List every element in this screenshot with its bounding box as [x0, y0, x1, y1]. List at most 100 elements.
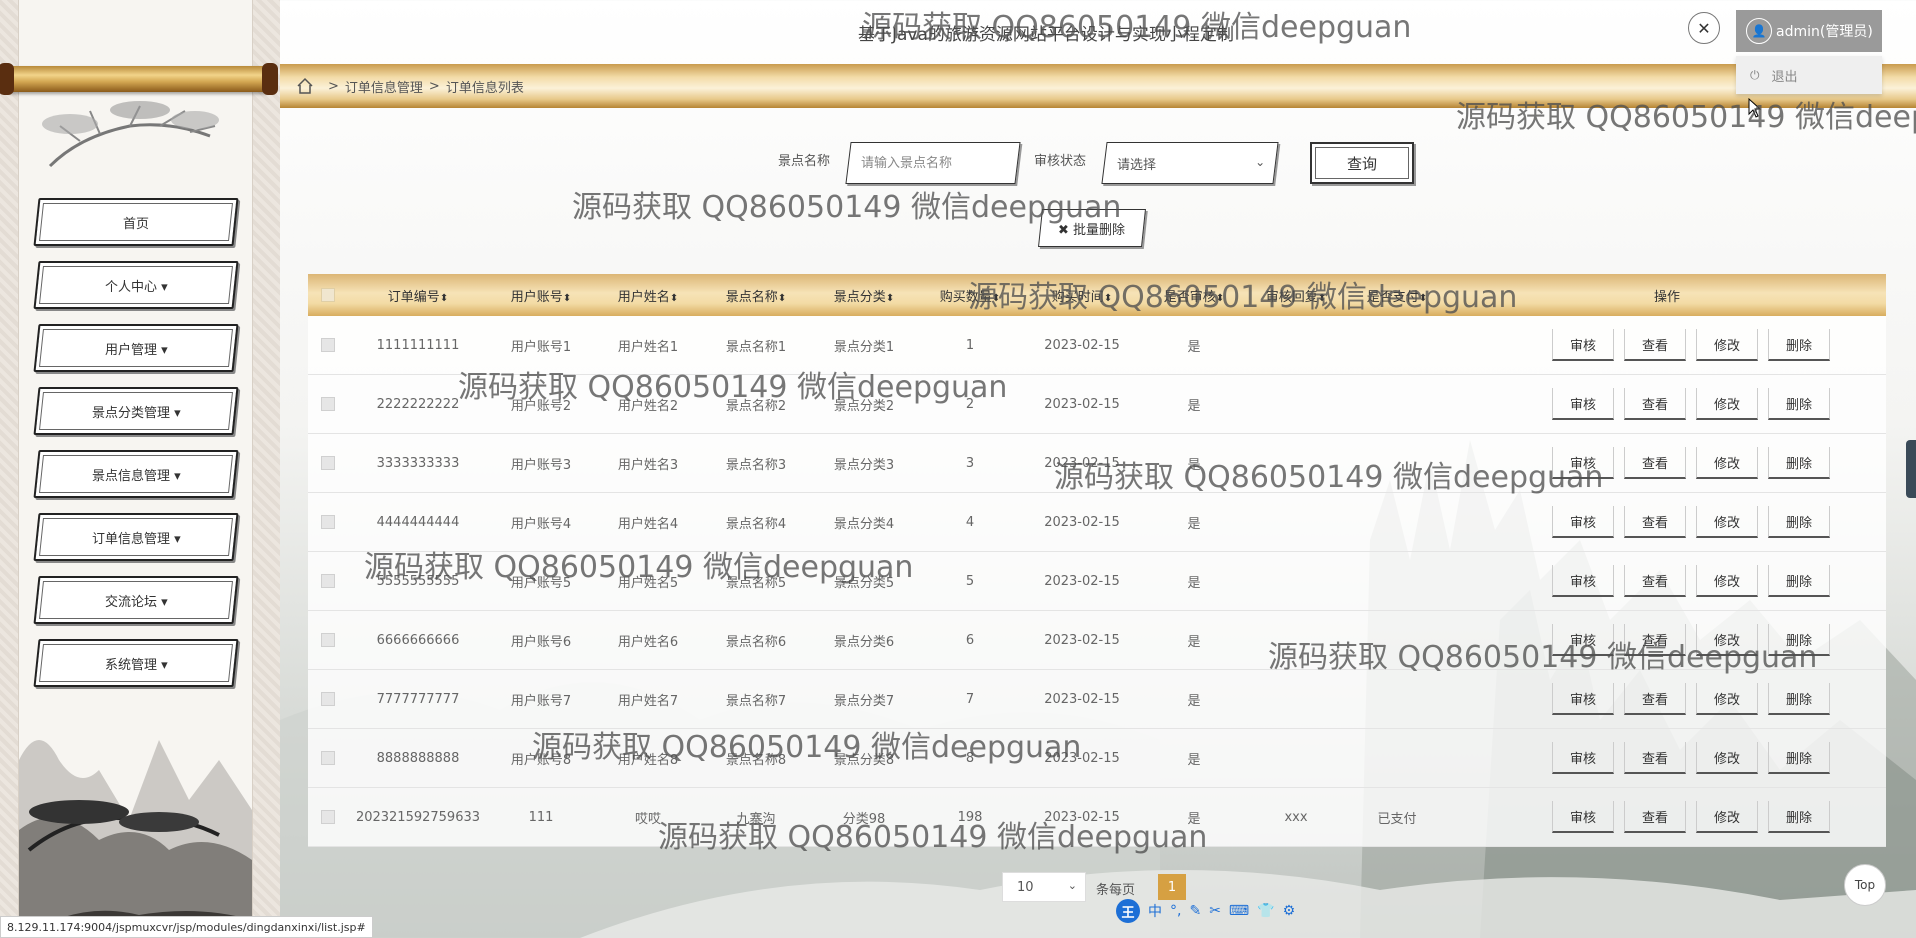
- header-review-reply[interactable]: 审核回复⬍: [1246, 286, 1346, 305]
- home-icon[interactable]: [296, 77, 314, 95]
- cell-attraction-name: 景点名称1: [725, 339, 787, 355]
- header-attraction-category[interactable]: 景点分类⬍: [810, 286, 918, 305]
- edit-button[interactable]: 修改: [1696, 506, 1758, 538]
- view-button[interactable]: 查看: [1624, 447, 1686, 479]
- ime-punctuation-icon[interactable]: °,: [1170, 903, 1181, 919]
- sort-icon: ⬍: [669, 292, 679, 304]
- user-menu[interactable]: 👤 admin(管理员): [1736, 10, 1882, 52]
- logout-button[interactable]: ⏻ 退出: [1736, 56, 1882, 94]
- edit-button[interactable]: 修改: [1696, 565, 1758, 597]
- table-row: 5555555555 用户账号5 用户姓名5 景点名称5 景点分类5 5 2023-02-1…: [308, 552, 1886, 611]
- view-button[interactable]: 查看: [1624, 565, 1686, 597]
- delete-button[interactable]: 删除: [1768, 683, 1830, 715]
- select-all-checkbox[interactable]: [308, 288, 348, 302]
- sidebar-item-home[interactable]: 首页: [33, 198, 239, 246]
- row-checkbox[interactable]: [308, 751, 348, 765]
- header-attraction-name[interactable]: 景点名称⬍: [702, 286, 810, 305]
- delete-button[interactable]: 删除: [1768, 506, 1830, 538]
- page-number-current[interactable]: 1: [1158, 874, 1186, 900]
- cell-user-account: 用户账号8: [510, 752, 572, 768]
- ime-handwrite-icon[interactable]: ✎: [1189, 903, 1201, 919]
- view-button[interactable]: 查看: [1624, 388, 1686, 420]
- page-size-select[interactable]: 10 ⌄: [1002, 872, 1086, 902]
- cell-review-reply: xxx: [1284, 809, 1308, 825]
- cell-reviewed: 是: [1187, 811, 1201, 827]
- row-checkbox[interactable]: [308, 515, 348, 529]
- view-button[interactable]: 查看: [1624, 506, 1686, 538]
- edit-button[interactable]: 修改: [1696, 447, 1758, 479]
- delete-button[interactable]: 删除: [1768, 388, 1830, 420]
- header-quantity[interactable]: 购买数量⬍: [918, 286, 1022, 305]
- edit-button[interactable]: 修改: [1696, 329, 1758, 361]
- review-button[interactable]: 审核: [1552, 624, 1614, 656]
- back-to-top-button[interactable]: Top: [1844, 864, 1886, 906]
- side-tab-handle[interactable]: [1906, 440, 1916, 498]
- row-checkbox[interactable]: [308, 633, 348, 647]
- row-actions: 审核 查看 修改 删除: [1448, 683, 1886, 715]
- row-checkbox[interactable]: [308, 338, 348, 352]
- row-checkbox[interactable]: [308, 574, 348, 588]
- ime-screenshot-icon[interactable]: ✂: [1209, 903, 1221, 919]
- ime-toolbar: 王 中 °, ✎ ✂ ⌨ 👕 ⚙: [1112, 898, 1299, 924]
- delete-button[interactable]: 删除: [1768, 624, 1830, 656]
- ime-keyboard-icon[interactable]: ⌨: [1229, 903, 1249, 919]
- attraction-name-input[interactable]: [849, 143, 1017, 183]
- delete-button[interactable]: 删除: [1768, 801, 1830, 833]
- edit-button[interactable]: 修改: [1696, 801, 1758, 833]
- header-reviewed[interactable]: 是否审核⬍: [1142, 286, 1246, 305]
- view-button[interactable]: 查看: [1624, 801, 1686, 833]
- batch-delete-button[interactable]: ✖ 批量删除: [1038, 209, 1146, 247]
- delete-button[interactable]: 删除: [1768, 742, 1830, 774]
- cell-paid: 已支付: [1377, 811, 1417, 827]
- review-button[interactable]: 审核: [1552, 506, 1614, 538]
- edit-button[interactable]: 修改: [1696, 388, 1758, 420]
- sidebar-item-personal-center[interactable]: 个人中心 ▾: [33, 261, 239, 309]
- review-button[interactable]: 审核: [1552, 447, 1614, 479]
- view-button[interactable]: 查看: [1624, 742, 1686, 774]
- header-paid[interactable]: 是否支付⬍: [1346, 286, 1448, 305]
- close-icon[interactable]: ✕: [1688, 12, 1720, 44]
- edit-button[interactable]: 修改: [1696, 742, 1758, 774]
- review-button[interactable]: 审核: [1552, 742, 1614, 774]
- review-button[interactable]: 审核: [1552, 801, 1614, 833]
- delete-button[interactable]: 删除: [1768, 565, 1830, 597]
- review-button[interactable]: 审核: [1552, 388, 1614, 420]
- sidebar-item-attraction-management[interactable]: 景点信息管理 ▾: [33, 450, 239, 498]
- edit-button[interactable]: 修改: [1696, 624, 1758, 656]
- row-checkbox[interactable]: [308, 692, 348, 706]
- row-checkbox[interactable]: [308, 397, 348, 411]
- ime-skin-icon[interactable]: 👕: [1257, 903, 1274, 919]
- row-checkbox[interactable]: [308, 456, 348, 470]
- header-purchase-time[interactable]: 购买时间⬍: [1022, 286, 1142, 305]
- sidebar-item-order-management[interactable]: 订单信息管理 ▾: [33, 513, 239, 561]
- ime-settings-icon[interactable]: ⚙: [1283, 903, 1296, 919]
- ime-lang-toggle[interactable]: 中: [1148, 901, 1162, 921]
- delete-button[interactable]: 删除: [1768, 329, 1830, 361]
- breadcrumb-item-order-management[interactable]: 订单信息管理: [345, 77, 423, 96]
- header-order-number[interactable]: 订单编号⬍: [348, 286, 488, 305]
- sidebar-item-label: 用户管理 ▾: [104, 342, 168, 358]
- cell-attraction-category: 分类98: [842, 811, 886, 827]
- cell-order-number: 202321592759633: [355, 809, 481, 825]
- review-button[interactable]: 审核: [1552, 683, 1614, 715]
- cell-quantity: 3: [965, 455, 975, 471]
- review-status-select[interactable]: 请选择 ⌄: [1101, 142, 1279, 184]
- query-button[interactable]: 查询: [1310, 142, 1414, 184]
- header-user-account[interactable]: 用户账号⬍: [488, 286, 594, 305]
- view-button[interactable]: 查看: [1624, 624, 1686, 656]
- ime-logo-icon[interactable]: 王: [1116, 899, 1140, 923]
- view-button[interactable]: 查看: [1624, 329, 1686, 361]
- sidebar-item-category-management[interactable]: 景点分类管理 ▾: [33, 387, 239, 435]
- cell-reviewed: 是: [1187, 516, 1201, 532]
- sidebar-item-forum[interactable]: 交流论坛 ▾: [33, 576, 239, 624]
- edit-button[interactable]: 修改: [1696, 683, 1758, 715]
- sidebar-item-user-management[interactable]: 用户管理 ▾: [33, 324, 239, 372]
- row-checkbox[interactable]: [308, 810, 348, 824]
- sidebar-item-system-management[interactable]: 系统管理 ▾: [33, 639, 239, 687]
- header-user-name[interactable]: 用户姓名⬍: [594, 286, 702, 305]
- view-button[interactable]: 查看: [1624, 683, 1686, 715]
- delete-button[interactable]: 删除: [1768, 447, 1830, 479]
- review-button[interactable]: 审核: [1552, 565, 1614, 597]
- review-button[interactable]: 审核: [1552, 329, 1614, 361]
- landscape-painting: [19, 740, 252, 938]
